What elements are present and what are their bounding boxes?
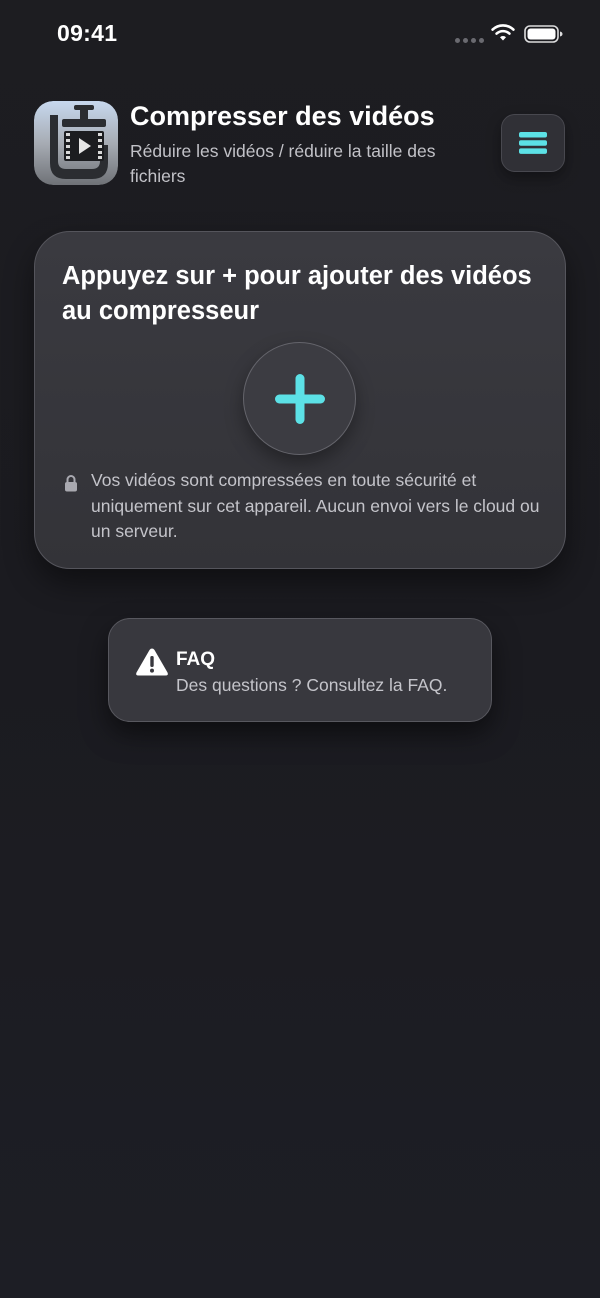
app-subtitle: Réduire les vidéos / réduire la taille d…: [130, 141, 436, 186]
faq-title: FAQ: [176, 649, 216, 670]
lock-icon: [65, 475, 77, 492]
app-title: Compresser des vidéos: [130, 101, 435, 131]
privacy-note: Vos vidéos sont compressées en toute séc…: [91, 470, 540, 541]
add-video-button[interactable]: [243, 342, 356, 455]
faq-subtitle: Des questions ? Consultez la FAQ.: [176, 675, 448, 695]
menu-button[interactable]: [501, 114, 565, 172]
warning-icon: [136, 648, 168, 676]
signal-dots-icon: [455, 38, 484, 43]
faq-card[interactable]: FAQ Des questions ? Consultez la FAQ.: [108, 618, 492, 722]
menu-icon: [519, 132, 547, 154]
status-bar: 09:41: [0, 0, 600, 70]
add-card-title: Appuyez sur + pour ajouter des vidéos au…: [62, 262, 532, 325]
status-time: 09:41: [57, 20, 118, 46]
wifi-icon: [491, 24, 515, 41]
add-videos-card: Appuyez sur + pour ajouter des vidéos au…: [34, 231, 566, 569]
battery-icon: [524, 25, 563, 43]
plus-icon: [274, 373, 325, 424]
video-compress-app-icon: [34, 101, 118, 185]
